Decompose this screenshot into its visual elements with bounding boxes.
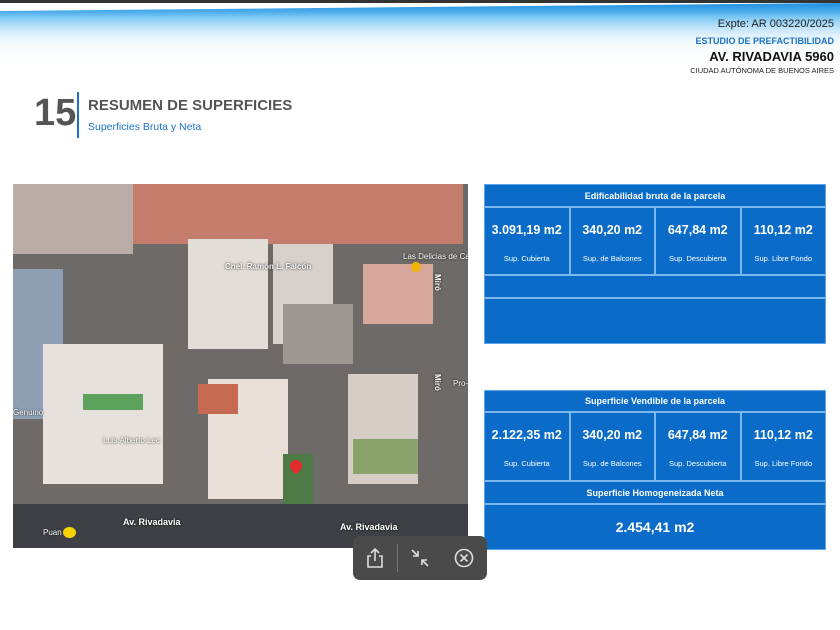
section-subtitle: Superficies Bruta y Neta: [88, 121, 202, 133]
map-label-street-side-2: Miró: [433, 374, 442, 391]
map-label-station: Puan: [43, 528, 62, 537]
value: 3.091,19 m2: [491, 223, 562, 237]
value: 340,20 m2: [582, 428, 643, 442]
bruta-empty-row-2: [485, 299, 825, 343]
satellite-map: Cnel. Ramón L. Falcón Las Delicias de Ca…: [13, 184, 468, 548]
poi-marker-icon: [411, 262, 421, 272]
label: Sup. Libre Fondo: [754, 459, 813, 468]
map-label-avenue-right: Av. Rivadavia: [340, 522, 398, 532]
close-circle-icon: [454, 548, 474, 568]
label: Sup. Cubierta: [503, 254, 550, 263]
value: 2.122,35 m2: [491, 428, 562, 442]
value: 110,12 m2: [753, 428, 813, 442]
map-label-avenue-left: Av. Rivadavia: [123, 517, 181, 527]
bruta-title: Edificabilidad bruta de la parcela: [485, 185, 825, 208]
vendible-cell-libre-fondo: 110,12 m2 Sup. Libre Fondo: [742, 413, 826, 480]
vendible-cell-cubierta: 2.122,35 m2 Sup. Cubierta: [485, 413, 571, 480]
vendible-cell-descubierta: 647,84 m2 Sup. Descubierta: [656, 413, 742, 480]
value: 340,20 m2: [582, 223, 643, 237]
city: CIUDAD AUTÓNOMA DE BUENOS AIRES: [690, 66, 834, 75]
top-border: [0, 0, 840, 3]
bruta-cell-descubierta: 647,84 m2 Sup. Descubierta: [656, 208, 742, 274]
map-label-street-side: Miró: [433, 274, 442, 291]
viewer-toolbar: [353, 536, 487, 580]
exit-fullscreen-button[interactable]: [398, 536, 442, 580]
close-button[interactable]: [442, 536, 486, 580]
map-label-poi-top: Las Delicias de Ca: [403, 252, 468, 261]
section-divider: [77, 92, 79, 138]
map-label-building: Luis Alberto Lec: [103, 436, 160, 445]
label: Sup. Libre Fondo: [754, 254, 813, 263]
map-label-poi-left: Genuino: [13, 408, 44, 417]
label: Sup. de Balcones: [582, 254, 642, 263]
bruta-cell-balcones: 340,20 m2 Sup. de Balcones: [571, 208, 656, 274]
label: Sup. Cubierta: [503, 459, 550, 468]
label: Sup. Descubierta: [668, 254, 727, 263]
bruta-empty-row: [485, 276, 825, 299]
exit-fullscreen-icon: [411, 549, 429, 567]
neta-value: 2.454,41 m2: [615, 519, 695, 535]
share-button[interactable]: [353, 536, 397, 580]
value: 647,84 m2: [667, 428, 728, 442]
vendible-table: Superficie Vendible de la parcela 2.122,…: [484, 390, 826, 550]
section-number: 15: [34, 92, 77, 134]
vendible-cell-balcones: 340,20 m2 Sup. de Balcones: [571, 413, 656, 480]
map-label-street-top: Cnel. Ramón L. Falcón: [225, 262, 312, 271]
label: Sup. de Balcones: [582, 459, 642, 468]
bruta-cell-libre-fondo: 110,12 m2 Sup. Libre Fondo: [742, 208, 826, 274]
vendible-title: Superficie Vendible de la parcela: [485, 391, 825, 413]
section-title: RESUMEN DE SUPERFICIES: [88, 97, 293, 114]
map-label-poi-right: Pro-: [453, 379, 468, 388]
expediente: Expte: AR 003220/2025: [717, 18, 834, 30]
bruta-cell-cubierta: 3.091,19 m2 Sup. Cubierta: [485, 208, 571, 274]
neta-title: Superficie Homogeneizada Neta: [485, 482, 825, 505]
study-label: ESTUDIO DE PREFACTIBILIDAD: [695, 36, 834, 46]
bruta-table: Edificabilidad bruta de la parcela 3.091…: [484, 184, 826, 344]
share-icon: [367, 547, 383, 568]
label: Sup. Descubierta: [668, 459, 727, 468]
address: AV. RIVADAVIA 5960: [709, 49, 834, 64]
value: 647,84 m2: [667, 223, 728, 237]
subway-icon: [63, 527, 76, 538]
value: 110,12 m2: [753, 223, 813, 237]
